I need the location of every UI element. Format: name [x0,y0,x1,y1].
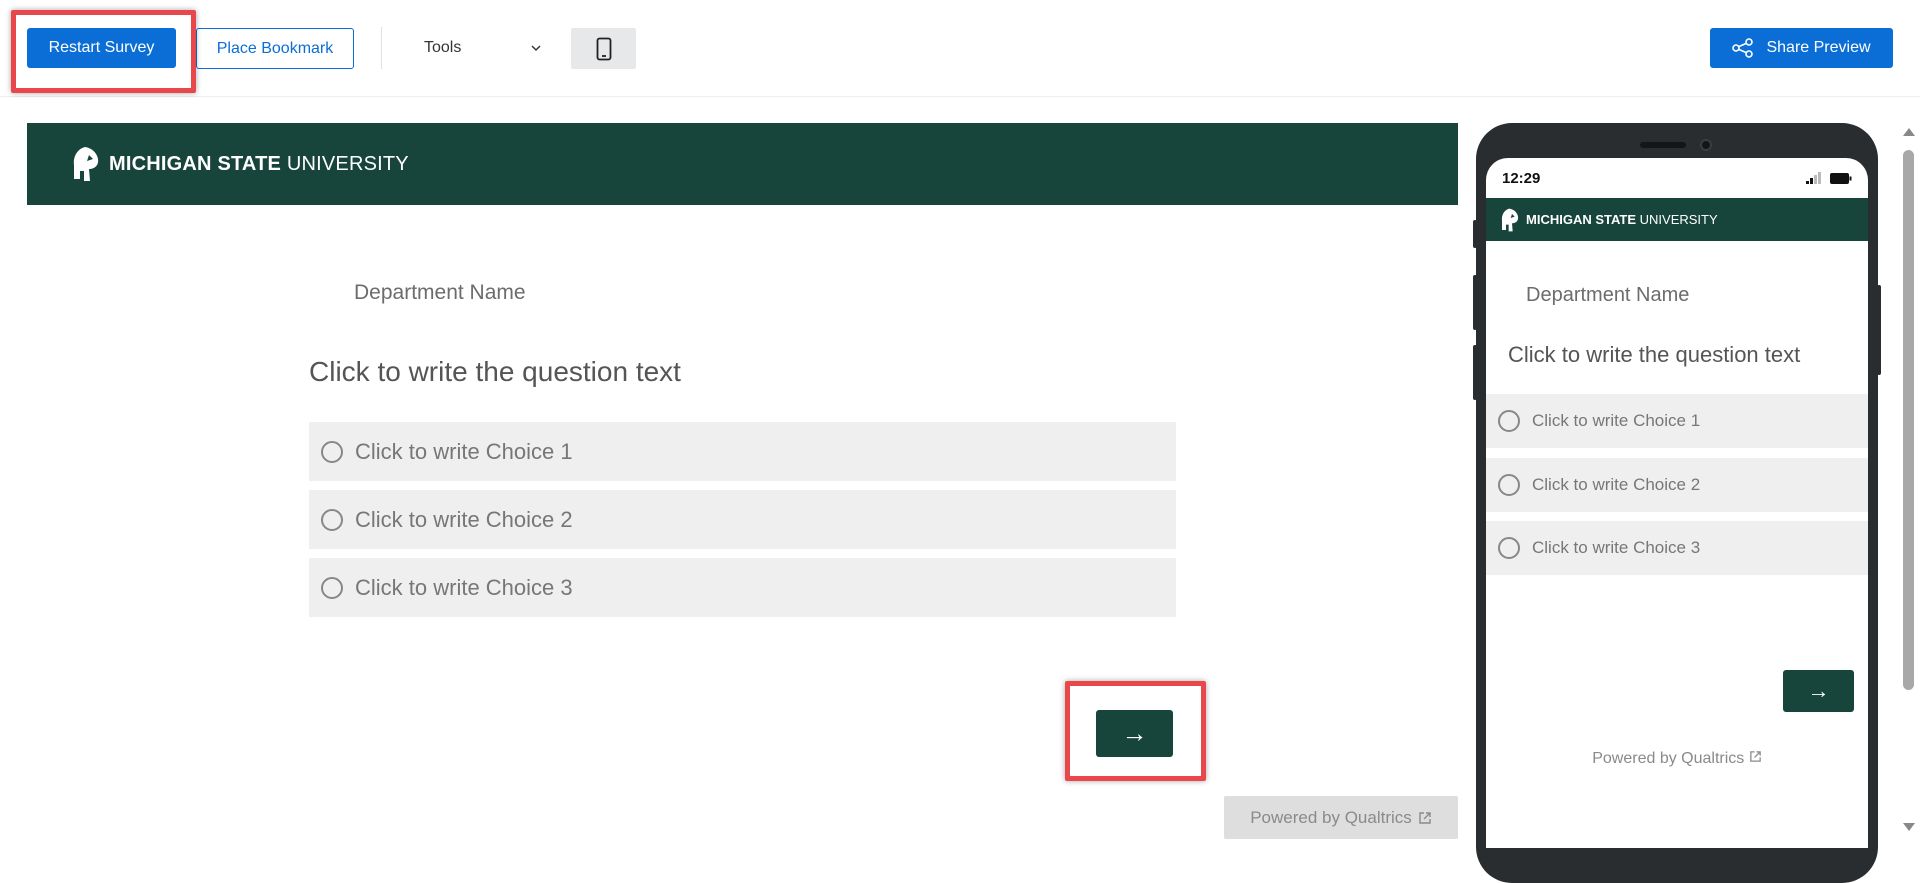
mobile-screen: 12:29 MICHIGAN STATE UNIVERSITY Departme… [1486,158,1868,848]
preview-toolbar: Restart Survey Place Bookmark Tools Shar… [0,0,1920,97]
external-link-icon [1749,751,1761,762]
mobile-status-bar: 12:29 [1486,158,1868,198]
phone-side-button [1877,285,1881,375]
mobile-next-button[interactable]: → [1783,670,1854,712]
mobile-choice-item-3[interactable]: Click to write Choice 3 [1486,521,1868,575]
chevron-down-icon [531,45,541,52]
scrollbar-thumb[interactable] [1903,150,1914,690]
next-button[interactable]: → [1096,710,1173,757]
powered-by-label: Powered by Qualtrics [1250,807,1412,827]
choice-label: Click to write Choice 1 [355,438,573,464]
radio-circle-icon[interactable] [1498,410,1520,432]
tools-dropdown[interactable]: Tools [408,28,548,68]
mobile-powered-by-label: Powered by Qualtrics [1592,750,1745,767]
external-link-icon [1419,811,1431,824]
mobile-powered-by-qualtrics-link[interactable]: Powered by Qualtrics [1486,750,1868,768]
phone-side-button [1473,220,1477,248]
radio-circle-icon[interactable] [321,508,343,531]
radio-circle-icon[interactable] [321,576,343,599]
radio-circle-icon[interactable] [321,440,343,463]
mobile-choice-label: Click to write Choice 3 [1532,538,1701,557]
radio-circle-icon[interactable] [1498,474,1520,496]
logo-brand-bold: MICHIGAN STATE [109,152,282,175]
mobile-question-text: Click to write the question text [1508,342,1801,367]
logo-brand-light: UNIVERSITY [286,152,409,175]
choice-item-1[interactable]: Click to write Choice 1 [309,422,1176,481]
share-preview-label: Share Preview [1766,39,1871,56]
phone-speaker [1640,142,1686,148]
powered-by-qualtrics-link[interactable]: Powered by Qualtrics [1224,796,1458,839]
mobile-choice-item-2[interactable]: Click to write Choice 2 [1486,458,1868,512]
scroll-up-arrow-icon[interactable] [1903,128,1915,136]
mobile-logo-brand-light: UNIVERSITY [1639,212,1718,227]
choice-label: Click to write Choice 3 [355,574,573,600]
mobile-department-name: Department Name [1526,284,1690,306]
battery-icon [1830,172,1852,184]
radio-circle-icon[interactable] [1498,537,1520,559]
mobile-preview-toggle[interactable] [571,28,636,69]
share-icon [1732,38,1754,58]
spartan-helmet-icon [73,147,99,181]
question-text[interactable]: Click to write the question text [309,356,681,388]
choice-item-3[interactable]: Click to write Choice 3 [309,558,1176,617]
survey-header-banner: MICHIGAN STATE UNIVERSITY [27,123,1458,205]
phone-side-button [1473,345,1477,400]
signal-icon [1806,172,1821,184]
mobile-phone-icon [596,37,611,60]
choice-label: Click to write Choice 2 [355,506,573,532]
spartan-helmet-icon [1501,208,1519,231]
mobile-logo-brand-bold: MICHIGAN STATE [1526,212,1637,227]
phone-camera [1700,139,1712,151]
mobile-choice-label: Click to write Choice 2 [1532,475,1701,494]
place-bookmark-button[interactable]: Place Bookmark [196,28,354,69]
msu-logo: MICHIGAN STATE UNIVERSITY [71,145,409,183]
share-preview-button[interactable]: Share Preview [1710,28,1893,68]
scroll-down-arrow-icon[interactable] [1903,823,1915,831]
phone-side-button [1473,275,1477,330]
restart-survey-button[interactable]: Restart Survey [27,28,176,68]
toolbar-divider [381,27,382,69]
department-name: Department Name [354,281,526,304]
mobile-survey-header-banner: MICHIGAN STATE UNIVERSITY [1486,198,1868,241]
status-time: 12:29 [1502,169,1541,187]
choice-item-2[interactable]: Click to write Choice 2 [309,490,1176,549]
tools-label: Tools [424,39,462,56]
mobile-choice-item-1[interactable]: Click to write Choice 1 [1486,394,1868,448]
mobile-choice-label: Click to write Choice 1 [1532,411,1701,430]
